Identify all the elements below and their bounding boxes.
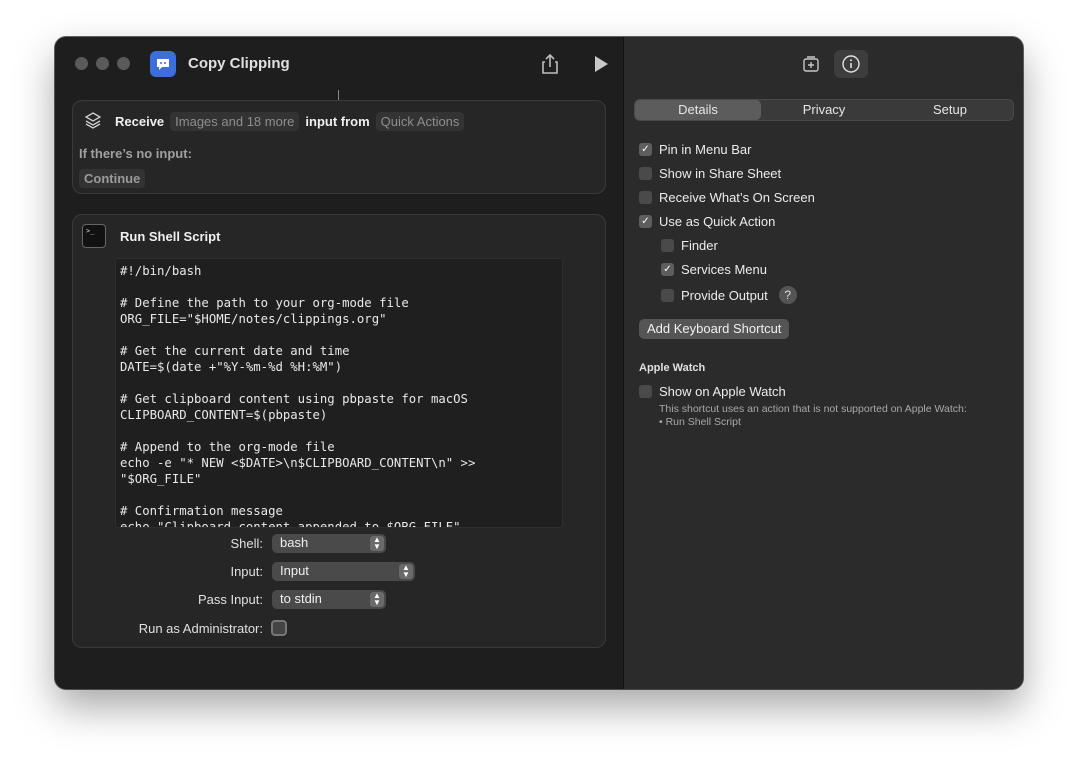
script-editor[interactable]: #!/bin/bash # Define the path to your or…: [115, 258, 563, 528]
run-shell-script-card: Run Shell Script #!/bin/bash # Define th…: [72, 214, 606, 648]
add-to-library-icon[interactable]: [794, 50, 828, 78]
terminal-icon: [82, 224, 106, 248]
pass-input-select-value: to stdin: [280, 591, 322, 606]
option-label: Services Menu: [681, 262, 767, 277]
inspector-toolbar: [794, 50, 868, 78]
continue-token[interactable]: Continue: [79, 169, 146, 188]
shell-select-value: bash: [280, 535, 309, 550]
pass-input-label: Pass Input:: [197, 592, 263, 607]
option-label: Finder: [681, 238, 718, 253]
pass-input-select[interactable]: to stdin ▲ ▼: [272, 590, 386, 609]
receive-label: Receive: [115, 113, 165, 129]
window-controls: [75, 57, 130, 70]
tab-privacy[interactable]: Privacy: [761, 100, 887, 120]
chevron-updown-icon: ▲ ▼: [370, 592, 384, 607]
receive-types-token[interactable]: Images and 18 more: [170, 111, 300, 131]
option-pin-in-menu-bar[interactable]: ✓ Pin in Menu Bar: [639, 142, 752, 157]
option-label: Receive What’s On Screen: [659, 190, 815, 205]
option-label: Show in Share Sheet: [659, 166, 782, 181]
help-icon[interactable]: ?: [778, 286, 797, 304]
checkmark-icon[interactable]: ✓: [639, 143, 652, 156]
tab-setup[interactable]: Setup: [887, 100, 1013, 120]
close-window-button[interactable]: [75, 57, 88, 70]
receive-source-token[interactable]: Quick Actions: [375, 111, 465, 131]
run-as-admin-checkbox[interactable]: [271, 620, 287, 636]
checkmark-icon[interactable]: ✓: [661, 263, 674, 276]
shell-label: Shell:: [230, 536, 263, 551]
option-show-in-share-sheet[interactable]: Show in Share Sheet: [639, 166, 781, 181]
minimize-window-button[interactable]: [96, 57, 109, 70]
no-input-label: If there’s no input:: [79, 146, 192, 161]
zoom-window-button[interactable]: [117, 57, 130, 70]
option-label: Use as Quick Action: [659, 214, 776, 229]
apple-watch-heading: Apple Watch: [639, 362, 706, 374]
checkmark-icon[interactable]: ✓: [639, 215, 652, 228]
checkbox[interactable]: [661, 288, 674, 302]
inspector-pane: Details Privacy Setup ✓ Pin in Menu Bar …: [623, 37, 1023, 689]
option-label: Show on Apple Watch: [659, 384, 786, 399]
receive-stack-icon: [84, 112, 102, 129]
no-input-action-row: Continue: [79, 169, 146, 188]
play-icon[interactable]: [593, 55, 609, 73]
shortcut-title[interactable]: Copy Clipping: [188, 55, 290, 72]
sub-option-finder[interactable]: Finder: [661, 238, 718, 253]
note-line: This shortcut uses an action that is not…: [659, 403, 967, 415]
input-select[interactable]: Input ▲ ▼: [272, 562, 415, 581]
sub-option-provide-output[interactable]: Provide Output ?: [661, 286, 797, 304]
inspector-tabs: Details Privacy Setup: [634, 99, 1014, 121]
input-select-value: Input: [280, 563, 309, 578]
shell-header: Run Shell Script: [82, 224, 220, 248]
shell-select[interactable]: bash ▲ ▼: [272, 534, 386, 553]
input-from-label: input from: [305, 113, 370, 129]
action-connector: [338, 90, 339, 100]
option-label: Provide Output: [681, 287, 768, 303]
shell-action-title: Run Shell Script: [120, 228, 221, 244]
admin-label: Run as Administrator:: [138, 621, 263, 636]
chevron-updown-icon: ▲ ▼: [370, 536, 384, 551]
checkbox[interactable]: [639, 385, 652, 398]
option-receive-on-screen[interactable]: Receive What’s On Screen: [639, 190, 815, 205]
receive-action-card: Receive Images and 18 more input from Qu…: [72, 100, 606, 194]
shortcut-editor-window: Copy Clipping Receive Images and 18 more…: [55, 37, 1023, 689]
no-input-row: If there’s no input:: [79, 146, 192, 161]
info-icon[interactable]: [834, 50, 868, 78]
option-show-on-apple-watch[interactable]: Show on Apple Watch: [639, 384, 786, 399]
option-label: Pin in Menu Bar: [659, 142, 752, 157]
input-label: Input:: [230, 564, 263, 579]
checkbox[interactable]: [661, 239, 674, 252]
share-icon[interactable]: [540, 53, 560, 75]
editor-pane: Copy Clipping Receive Images and 18 more…: [55, 37, 622, 689]
option-use-as-quick-action[interactable]: ✓ Use as Quick Action: [639, 214, 775, 229]
tab-details[interactable]: Details: [635, 100, 761, 120]
chevron-updown-icon: ▲ ▼: [399, 564, 413, 579]
apple-watch-note: This shortcut uses an action that is not…: [659, 403, 967, 429]
checkbox[interactable]: [639, 167, 652, 180]
checkbox[interactable]: [639, 191, 652, 204]
speech-bubble-icon[interactable]: [150, 51, 176, 77]
receive-row: Receive Images and 18 more input from Qu…: [83, 111, 465, 131]
note-line: • Run Shell Script: [659, 416, 741, 428]
sub-option-services-menu[interactable]: ✓ Services Menu: [661, 262, 767, 277]
add-keyboard-shortcut-button[interactable]: Add Keyboard Shortcut: [639, 319, 790, 339]
